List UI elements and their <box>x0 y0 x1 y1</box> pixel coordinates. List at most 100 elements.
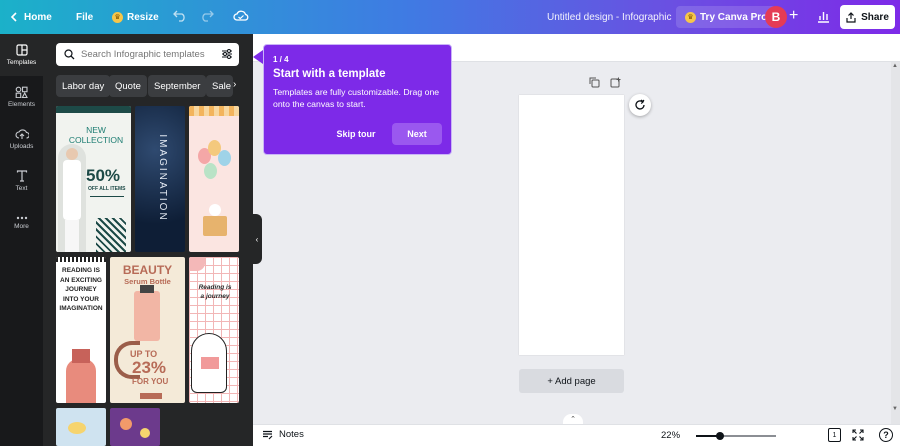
insights-icon[interactable] <box>817 10 830 23</box>
fullscreen-icon[interactable] <box>852 429 864 441</box>
template-text: Reading is a journey <box>198 284 232 300</box>
try-pro-label: Try Canva Pro <box>700 11 768 23</box>
filter-icon[interactable] <box>221 48 233 60</box>
search-icon <box>64 49 75 60</box>
resize-label: Resize <box>127 11 159 23</box>
share-icon <box>846 11 856 23</box>
notes-label: Notes <box>279 429 304 440</box>
search-input[interactable] <box>81 49 211 60</box>
share-label: Share <box>861 11 889 23</box>
template-thumbnail[interactable]: Reading is a journey <box>189 257 239 403</box>
cloud-save-icon[interactable] <box>233 9 249 23</box>
notes-icon <box>263 430 273 439</box>
side-rail: Templates Elements Uploads Text More <box>0 34 43 446</box>
chevron-up-icon: ⌃ <box>570 416 576 423</box>
show-pages-button[interactable]: ⌃ <box>563 414 583 424</box>
next-label: Next <box>407 129 427 139</box>
crown-icon: ♛ <box>685 11 696 23</box>
magic-refresh-button[interactable] <box>629 94 651 116</box>
rail-item-more[interactable]: More <box>0 202 43 244</box>
skip-tour-label: Skip tour <box>336 129 376 139</box>
template-thumbnail[interactable] <box>189 106 239 252</box>
template-thumbnail[interactable] <box>110 408 160 446</box>
text-icon <box>16 170 27 182</box>
top-bar: Home File ♛ Resize Untitled design - Inf… <box>0 0 900 34</box>
add-page-icon[interactable] <box>610 77 621 88</box>
chip-scroll-right-icon[interactable]: › <box>233 79 236 90</box>
share-button[interactable]: Share <box>840 5 895 29</box>
template-text: 23% <box>132 358 167 377</box>
design-title-text: Untitled design - Infographic <box>547 11 672 23</box>
upload-icon <box>15 129 29 139</box>
rail-label: More <box>14 223 29 230</box>
scroll-down-arrow-icon[interactable]: ▼ <box>892 406 898 412</box>
avatar[interactable]: B <box>765 6 787 28</box>
elements-icon <box>15 86 28 98</box>
next-button[interactable]: Next <box>392 123 442 145</box>
file-menu-button[interactable]: File <box>76 0 93 34</box>
rail-label: Text <box>15 185 28 192</box>
rail-item-uploads[interactable]: Uploads <box>0 118 43 160</box>
tour-popover: 1 / 4 Start with a template Templates ar… <box>263 44 452 155</box>
zoom-value[interactable]: 22% <box>661 430 680 441</box>
file-label: File <box>76 11 94 23</box>
add-people-icon[interactable]: + <box>789 7 798 25</box>
chip-sale[interactable]: Sale <box>206 75 234 97</box>
back-chevron-icon <box>10 12 17 22</box>
rail-item-elements[interactable]: Elements <box>0 76 43 118</box>
template-thumbnail[interactable]: NEW COLLECTION 50% OFF ALL ITEMS <box>56 106 131 252</box>
chevron-left-icon: ‹ <box>255 234 259 244</box>
tour-title: Start with a template <box>273 68 386 80</box>
template-thumbnail[interactable]: IMAGINATION <box>135 106 185 252</box>
page-count-value: 1 <box>832 431 837 439</box>
collapse-panel-handle[interactable]: ‹ <box>252 214 262 264</box>
undo-icon[interactable] <box>173 10 187 22</box>
home-button[interactable]: Home <box>10 0 52 34</box>
chip-labor-day[interactable]: Labor day <box>56 75 111 97</box>
chip-quote[interactable]: Quote <box>109 75 147 97</box>
bottom-bar: Notes 22% 1 ? <box>253 424 900 446</box>
template-photo <box>58 144 86 252</box>
template-band <box>56 106 131 113</box>
crown-icon: ♛ <box>112 11 123 23</box>
design-page[interactable] <box>519 95 624 355</box>
design-title[interactable]: Untitled design - Infographic <box>547 0 672 34</box>
templates-panel: Labor day Quote September Sale › NEW COL… <box>43 34 253 446</box>
vertical-scrollbar[interactable]: ▲ ▼ <box>891 62 900 424</box>
zoom-slider-knob[interactable] <box>716 432 724 440</box>
page-count-button[interactable]: 1 <box>828 428 841 442</box>
template-text: IMAGINATION <box>157 134 168 222</box>
chip-september[interactable]: September <box>148 75 207 97</box>
tour-body: Templates are fully customizable. Drag o… <box>273 87 440 109</box>
chip-label: Labor day <box>62 80 105 92</box>
template-thumbnail[interactable]: READING IS AN EXCITING JOURNEY INTO YOUR… <box>56 257 106 403</box>
template-pattern <box>96 218 126 252</box>
try-pro-button[interactable]: ♛ Try Canva Pro <box>676 6 777 28</box>
rail-label: Elements <box>7 101 36 108</box>
template-thumbnail[interactable] <box>56 408 106 446</box>
template-text: NEW <box>86 125 106 135</box>
tour-step: 1 / 4 <box>273 55 289 64</box>
add-page-label: + Add page <box>547 375 596 387</box>
duplicate-page-icon[interactable] <box>589 77 600 88</box>
refresh-icon <box>635 99 645 110</box>
template-text: READING IS AN EXCITING JOURNEY INTO YOUR… <box>59 267 103 312</box>
skip-tour-button[interactable]: Skip tour <box>326 123 386 145</box>
chip-label: Quote <box>115 80 141 92</box>
notes-button[interactable]: Notes <box>262 429 304 440</box>
redo-icon[interactable] <box>200 10 214 22</box>
rail-label: Uploads <box>9 143 34 150</box>
search-box[interactable] <box>56 43 239 66</box>
template-thumbnail[interactable]: BEAUTY Serum Bottle UP TO 23% FOR YOU <box>110 257 185 403</box>
add-page-button[interactable]: + Add page <box>519 369 624 393</box>
help-icon: ? <box>883 430 889 440</box>
rail-item-templates[interactable]: Templates <box>0 34 43 76</box>
more-icon <box>16 216 27 220</box>
template-text: 50% <box>86 166 121 185</box>
zoom-slider[interactable] <box>696 432 776 440</box>
scroll-up-arrow-icon[interactable]: ▲ <box>892 63 898 69</box>
templates-icon <box>15 44 28 56</box>
rail-item-text[interactable]: Text <box>0 160 43 202</box>
resize-button[interactable]: ♛ Resize <box>112 0 159 34</box>
help-button[interactable]: ? <box>879 428 893 442</box>
